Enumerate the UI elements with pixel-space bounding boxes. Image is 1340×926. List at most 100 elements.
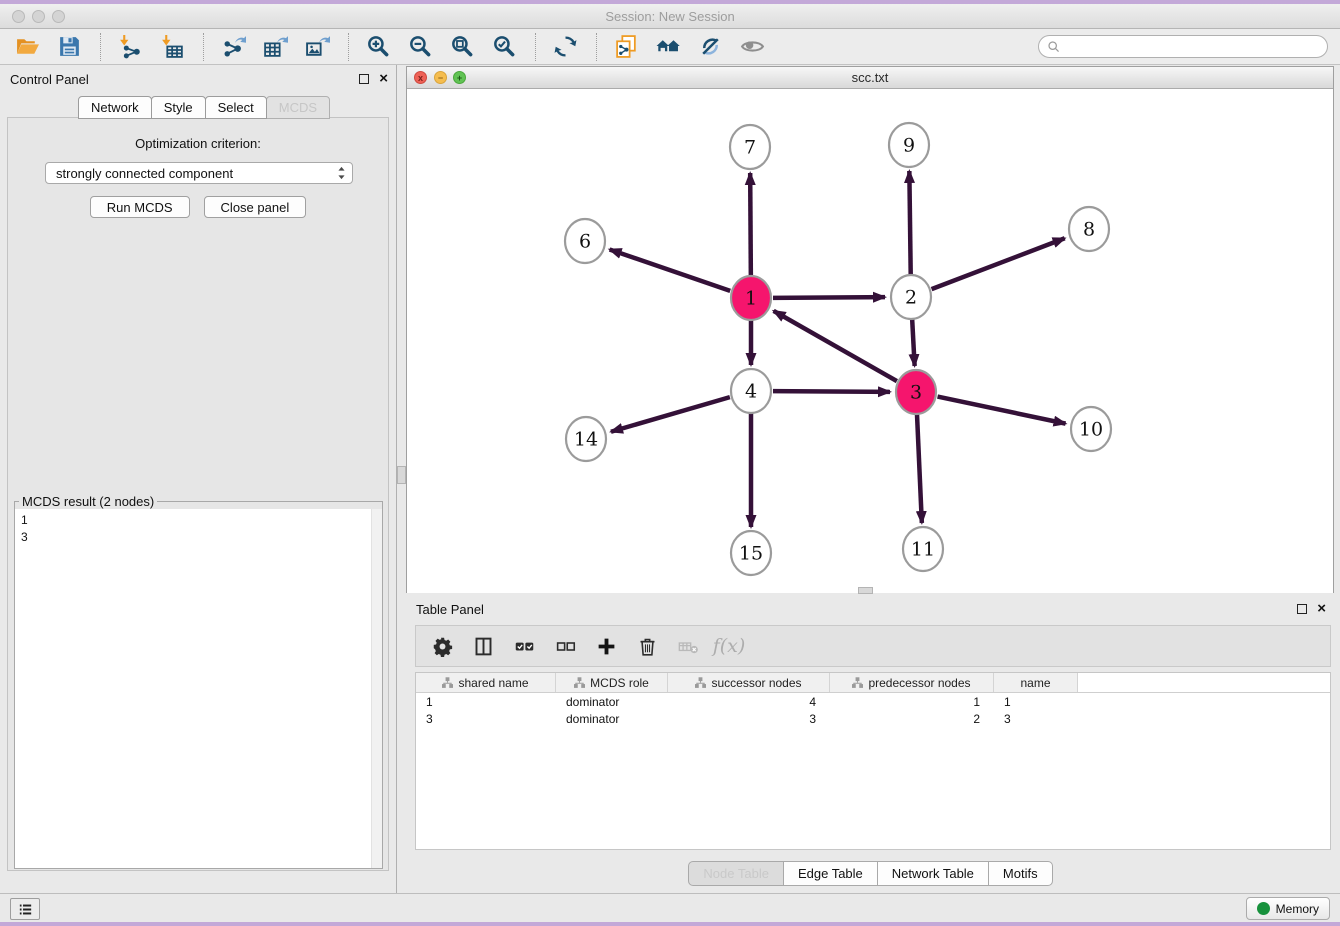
toolbar-separator: [596, 33, 597, 61]
close-panel-icon[interactable]: ×: [379, 74, 388, 84]
table-close-panel-icon[interactable]: ×: [1317, 604, 1326, 614]
mcds-result-line: 3: [21, 529, 376, 546]
export-table-button[interactable]: [258, 32, 292, 62]
cell-MCDS-role[interactable]: dominator: [556, 695, 668, 709]
cell-successor-nodes[interactable]: 4: [668, 695, 830, 709]
float-panel-icon[interactable]: [359, 74, 369, 84]
table-tab-network-table[interactable]: Network Table: [877, 861, 989, 886]
frame-minimize-button[interactable]: −: [434, 71, 447, 84]
zoom-out-button[interactable]: [403, 32, 437, 62]
graph-edge-4-3[interactable]: [773, 391, 890, 392]
table-tab-node-table[interactable]: Node Table: [688, 861, 784, 886]
result-scrollbar[interactable]: [371, 509, 382, 868]
graph-node-label: 7: [744, 137, 756, 159]
toolbar-separator: [203, 33, 204, 61]
add-row-icon: [596, 636, 617, 657]
save-session-button[interactable]: [52, 32, 86, 62]
column-header-successor-nodes[interactable]: successor nodes: [668, 673, 830, 692]
cell-successor-nodes[interactable]: 3: [668, 712, 830, 726]
task-history-button[interactable]: [10, 898, 40, 920]
graph-edge-2-9[interactable]: [909, 171, 910, 275]
export-image-icon: [305, 34, 330, 59]
mcds-result-fieldset: MCDS result (2 nodes) 13: [14, 494, 383, 869]
tab-style[interactable]: Style: [151, 96, 206, 119]
cell-predecessor-nodes[interactable]: 2: [830, 712, 994, 726]
export-network-button[interactable]: [216, 32, 250, 62]
run-mcds-button[interactable]: Run MCDS: [90, 196, 190, 218]
zoom-selected-button[interactable]: [487, 32, 521, 62]
control-panel-tabs: NetworkStyleSelectMCDS: [78, 96, 329, 119]
export-image-button[interactable]: [300, 32, 334, 62]
close-panel-button[interactable]: Close panel: [204, 196, 307, 218]
network-frame-titlebar[interactable]: x − + scc.txt: [407, 67, 1333, 89]
mcds-result-legend: MCDS result (2 nodes): [19, 494, 157, 509]
horizontal-divider-handle[interactable]: [858, 587, 873, 594]
table-tab-edge-table[interactable]: Edge Table: [783, 861, 878, 886]
frame-close-button[interactable]: x: [414, 71, 427, 84]
select-all-rows-button[interactable]: [512, 634, 536, 658]
toggle-column-display-button[interactable]: [471, 634, 495, 658]
cell-shared-name[interactable]: 1: [416, 695, 556, 709]
network-frame-title: scc.txt: [407, 67, 1333, 89]
hide-graphics-details-button[interactable]: [693, 32, 727, 62]
network-canvas[interactable]: 7968124314101511: [407, 89, 1333, 593]
table-settings-button[interactable]: [430, 634, 454, 658]
cell-name[interactable]: 3: [994, 712, 1078, 726]
frame-maximize-button[interactable]: +: [453, 71, 466, 84]
zoom-fit-button[interactable]: [445, 32, 479, 62]
graph-node-label: 10: [1079, 419, 1103, 441]
table-row[interactable]: 3dominator323: [416, 710, 1330, 727]
node-table[interactable]: shared nameMCDS rolesuccessor nodesprede…: [415, 672, 1331, 850]
open-file-button[interactable]: [10, 32, 44, 62]
graph-edge-1-6[interactable]: [610, 249, 731, 290]
window-close-button[interactable]: [12, 10, 25, 23]
vertical-divider-handle[interactable]: [397, 466, 406, 484]
graph-node-label: 3: [910, 382, 922, 404]
tree-icon: [852, 677, 863, 688]
show-graphics-details-button[interactable]: [735, 32, 769, 62]
export-table-icon: [263, 34, 288, 59]
column-header-MCDS-role[interactable]: MCDS role: [556, 673, 668, 692]
tab-select[interactable]: Select: [205, 96, 267, 119]
graph-edge-3-10[interactable]: [938, 397, 1066, 424]
criterion-dropdown[interactable]: strongly connected component: [45, 162, 353, 184]
tab-mcds[interactable]: MCDS: [266, 96, 330, 119]
graph-edge-1-2[interactable]: [773, 297, 885, 298]
column-header-name[interactable]: name: [994, 673, 1078, 692]
mcds-result-textarea[interactable]: 13: [15, 509, 382, 868]
import-table-button[interactable]: [155, 32, 189, 62]
delete-row-button[interactable]: [635, 634, 659, 658]
network-graph[interactable]: 7968124314101511: [407, 89, 1333, 593]
table-tab-motifs[interactable]: Motifs: [988, 861, 1053, 886]
deselect-all-rows-button[interactable]: [553, 634, 577, 658]
column-header-shared-name[interactable]: shared name: [416, 673, 556, 692]
refresh-layout-button[interactable]: [548, 32, 582, 62]
graph-edge-2-8[interactable]: [932, 238, 1065, 289]
home-button[interactable]: [651, 32, 685, 62]
tab-network[interactable]: Network: [78, 96, 152, 119]
window-maximize-button[interactable]: [52, 10, 65, 23]
clone-network-button[interactable]: [609, 32, 643, 62]
optimization-criterion-label: Optimization criterion:: [8, 136, 388, 151]
graph-edge-4-14[interactable]: [611, 397, 730, 432]
cell-MCDS-role[interactable]: dominator: [556, 712, 668, 726]
search-field[interactable]: [1038, 35, 1328, 58]
window-minimize-button[interactable]: [32, 10, 45, 23]
graph-edge-2-3[interactable]: [912, 319, 914, 366]
column-header-predecessor-nodes[interactable]: predecessor nodes: [830, 673, 994, 692]
graph-edge-3-11[interactable]: [917, 414, 922, 523]
graph-edge-3-1[interactable]: [774, 311, 897, 381]
cell-name[interactable]: 1: [994, 695, 1078, 709]
cell-shared-name[interactable]: 3: [416, 712, 556, 726]
mcds-result-line: 1: [21, 512, 376, 529]
table-float-panel-icon[interactable]: [1297, 604, 1307, 614]
memory-button[interactable]: Memory: [1246, 897, 1330, 920]
add-row-button[interactable]: [594, 634, 618, 658]
table-row[interactable]: 1dominator411: [416, 693, 1330, 710]
search-input[interactable]: [1061, 38, 1327, 56]
import-network-button[interactable]: [113, 32, 147, 62]
zoom-in-button[interactable]: [361, 32, 395, 62]
window-title: Session: New Session: [0, 4, 1340, 29]
cell-predecessor-nodes[interactable]: 1: [830, 695, 994, 709]
graph-edge-1-7[interactable]: [750, 173, 751, 276]
